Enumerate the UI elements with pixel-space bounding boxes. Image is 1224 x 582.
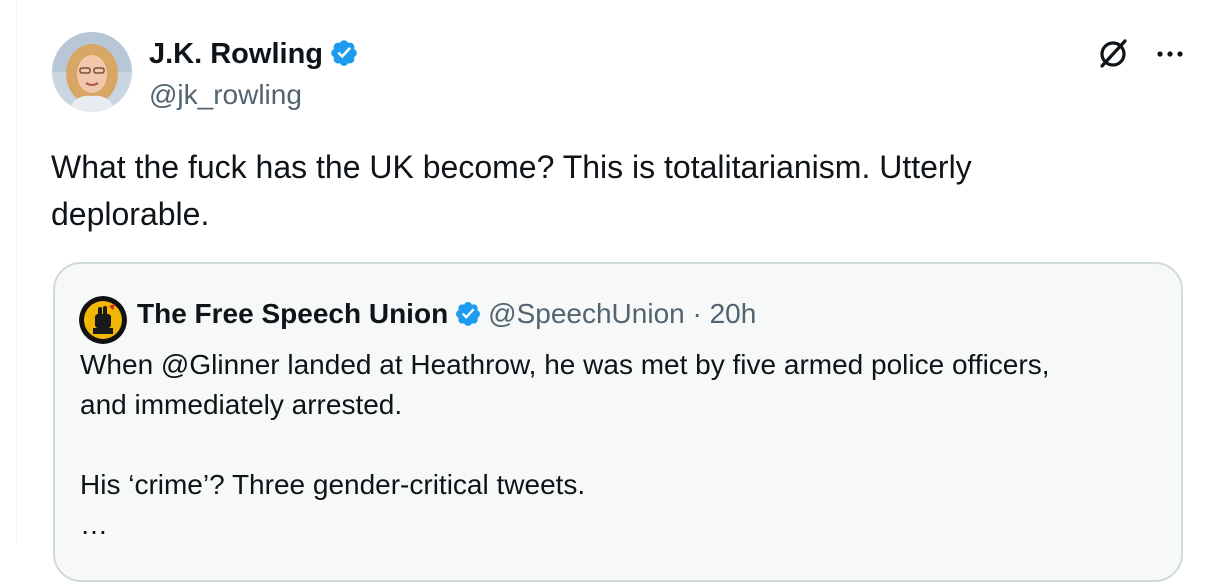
quoted-author-name[interactable]: The Free Speech Union	[137, 298, 448, 329]
quoted-author-handle[interactable]: @SpeechUnion	[488, 298, 685, 329]
author-handle[interactable]: @jk_rowling	[149, 78, 302, 112]
quoted-tweet[interactable]: The Free Speech Union @SpeechUnion · 20h…	[53, 262, 1183, 582]
more-options-icon[interactable]	[1155, 40, 1185, 68]
quoted-text-line: When @Glinner landed at Heathrow, he was…	[80, 349, 1050, 380]
verified-badge-icon	[331, 40, 357, 66]
verified-badge-icon	[456, 302, 481, 326]
tweet-text: What the fuck has the UK become? This is…	[51, 149, 972, 232]
grok-icon[interactable]	[1095, 36, 1131, 72]
quoted-author-avatar[interactable]	[79, 296, 127, 344]
tweet-card[interactable]: J.K. Rowling @jk_rowling What the fuck h…	[16, 0, 1224, 582]
quoted-tweet-text: When @Glinner landed at Heathrow, he was…	[80, 345, 1160, 545]
header-separator: ·	[692, 298, 702, 329]
quoted-tweet-header: The Free Speech Union @SpeechUnion · 20h	[137, 297, 756, 331]
quoted-text-line: His ‘crime’? Three gender-critical tweet…	[80, 469, 586, 500]
author-name-text[interactable]: J.K. Rowling	[149, 38, 323, 70]
quoted-tweet-timestamp[interactable]: 20h	[710, 298, 757, 329]
truncation-ellipsis: …	[80, 509, 108, 540]
author-name[interactable]: J.K. Rowling	[149, 37, 359, 71]
quoted-text-line: and immediately arrested.	[80, 389, 403, 420]
author-avatar[interactable]	[52, 32, 132, 112]
